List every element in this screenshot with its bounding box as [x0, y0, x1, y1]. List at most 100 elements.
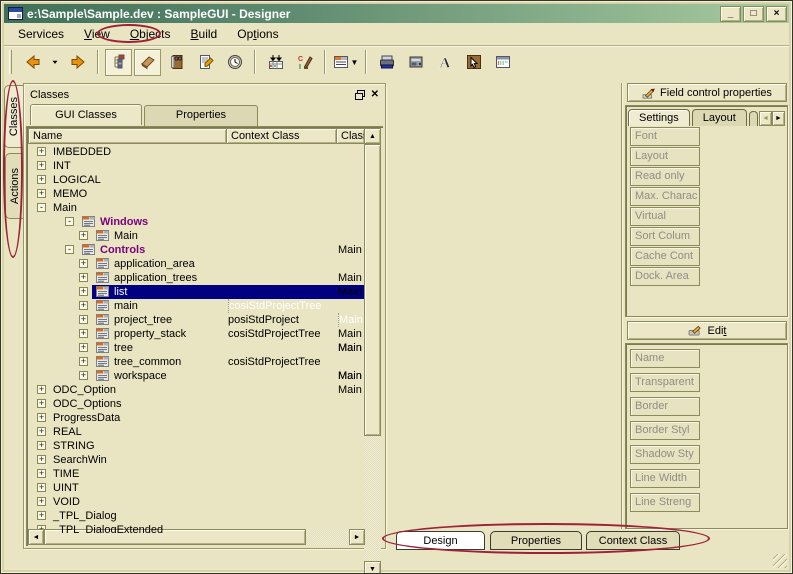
tab-layout[interactable]: Layout — [692, 109, 747, 126]
tree-row-label[interactable]: TIME — [53, 467, 365, 481]
collapse-icon[interactable]: - — [65, 217, 74, 226]
vertical-scrollbar[interactable]: ▲ ▼ — [364, 128, 381, 574]
vertical-scrollbar-thumb[interactable] — [364, 144, 381, 436]
resize-grip[interactable] — [773, 554, 787, 568]
tree-row[interactable]: +_TPL_DialogExtended — [28, 523, 365, 533]
setting-virtual-button[interactable]: Virtual — [630, 207, 700, 226]
tree-row-label[interactable]: ODC_Option — [53, 383, 365, 397]
tab-context-class[interactable]: Context Class — [586, 531, 680, 550]
expand-icon[interactable]: + — [79, 343, 88, 352]
tree-row[interactable]: +application_areaMain — [28, 257, 365, 271]
edit-line-width-button[interactable]: Line Width — [630, 469, 700, 488]
tree-row-label[interactable]: VOID — [53, 495, 365, 509]
column-header-name[interactable]: Name — [28, 128, 227, 144]
setting-dock-area-button[interactable]: Dock. Area — [630, 267, 700, 286]
menu-item-build[interactable]: Build — [181, 24, 228, 44]
tab-properties-bottom[interactable]: Properties — [490, 531, 582, 550]
expand-icon[interactable]: + — [37, 399, 46, 408]
maximize-button[interactable]: □ — [743, 6, 764, 22]
expand-icon[interactable]: + — [37, 427, 46, 436]
tree-row[interactable]: +property_stackMain — [28, 327, 365, 341]
tree-row[interactable]: + STRING — [28, 439, 365, 453]
tree-row-label[interactable]: ProgressData — [53, 411, 365, 425]
setting-cache-cont-button[interactable]: Cache Cont — [630, 247, 700, 266]
menu-item-objects[interactable]: Objects — [120, 24, 181, 44]
setting-max-charac-button[interactable]: Max. Charac — [630, 187, 700, 206]
tree-row-label[interactable]: LOGICAL — [53, 173, 365, 187]
expand-icon[interactable]: + — [37, 189, 46, 198]
setting-sort-colum-button[interactable]: Sort Colum — [630, 227, 700, 246]
toolbar-button-class-interface[interactable]: CI — [291, 49, 318, 76]
tree-row[interactable]: +project_treecosiStdProjectTreeMain — [28, 313, 365, 327]
scroll-up-icon[interactable]: ▲ — [364, 128, 381, 144]
tree-row[interactable]: +MainMain — [28, 229, 365, 243]
tree-row[interactable]: +listcosiStdProjectTreeMain — [28, 285, 365, 299]
tree-row[interactable]: +tree_commonMain — [28, 355, 365, 369]
tree-row[interactable]: +treecosiStdProjectTreeMain — [28, 341, 365, 355]
tree-row-label[interactable]: SearchWin — [53, 453, 365, 467]
tree-row[interactable]: + SearchWin — [28, 453, 365, 467]
tree-row-label[interactable]: tree — [114, 341, 365, 355]
expand-icon[interactable]: + — [37, 161, 46, 170]
expand-icon[interactable]: + — [79, 329, 88, 338]
expand-icon[interactable]: + — [37, 455, 46, 464]
tree-row[interactable]: +VOID — [28, 495, 365, 509]
tree-row[interactable]: +IMBEDDED — [28, 145, 365, 159]
toolbar-button-class-tree[interactable] — [105, 49, 132, 76]
tree-row[interactable]: +TIME — [28, 467, 365, 481]
toolbar-button-clock[interactable] — [221, 49, 248, 76]
edit-transparent-button[interactable]: Transparent — [630, 373, 700, 392]
field-control-properties-button[interactable]: Field control properties — [627, 83, 787, 102]
edit-border-styl-button[interactable]: Border Styl — [630, 421, 700, 440]
expand-icon[interactable]: + — [37, 413, 46, 422]
tab-properties[interactable]: Properties — [144, 105, 258, 126]
tab-settings[interactable]: Settings — [628, 109, 690, 126]
toolbar-button-edit-document[interactable] — [192, 49, 219, 76]
toolbar-button-back-arrow[interactable] — [19, 49, 46, 76]
tree-row[interactable]: -Windows — [28, 215, 365, 229]
edit-border-button[interactable]: Border — [630, 397, 700, 416]
tree-row-label[interactable]: Controls — [100, 243, 365, 257]
tree-row[interactable]: +MEMO — [28, 187, 365, 201]
toolbar-button-book[interactable] — [163, 49, 190, 76]
expand-icon[interactable]: + — [79, 259, 88, 268]
collapse-icon[interactable]: - — [37, 203, 46, 212]
tab-scroll-left-icon[interactable]: ◄ — [759, 111, 772, 126]
expand-icon[interactable]: + — [79, 231, 88, 240]
edit-button[interactable]: Edit — [627, 321, 787, 340]
tree-row-label[interactable]: property_stack — [114, 327, 365, 341]
tree-row-label[interactable]: main — [114, 299, 365, 313]
tab-gui-classes[interactable]: GUI Classes — [30, 104, 142, 125]
tree-row-label[interactable]: application_trees — [114, 271, 365, 285]
edit-shadow-sty-button[interactable]: Shadow Sty — [630, 445, 700, 464]
tree-row-label[interactable]: INT — [53, 159, 365, 173]
expand-icon[interactable]: + — [79, 315, 88, 324]
toolbar-button-machine[interactable] — [402, 49, 429, 76]
expand-icon[interactable]: + — [37, 147, 46, 156]
tree-row[interactable]: +mainposiStdProjectMain — [28, 299, 365, 313]
toolbar-button-window-list[interactable] — [489, 49, 516, 76]
toolbar-button-grid-import[interactable] — [262, 49, 289, 76]
tree-row[interactable]: -Main — [28, 201, 365, 215]
tree-row[interactable]: +_TPL_Dialog — [28, 509, 365, 523]
menu-item-options[interactable]: Options — [227, 24, 288, 44]
tree-row-label[interactable]: STRING — [53, 439, 365, 453]
float-window-icon[interactable] — [355, 90, 365, 100]
toolbar-button-pointer-panel[interactable] — [460, 49, 487, 76]
setting-font-button[interactable]: Font — [630, 127, 700, 146]
tree-row[interactable]: +UINT — [28, 481, 365, 495]
tab-partial[interactable] — [749, 111, 758, 126]
edit-line-streng-button[interactable]: Line Streng — [630, 493, 700, 512]
tree-row[interactable]: +application_treesMain — [28, 271, 365, 285]
edit-name-button[interactable]: Name — [630, 349, 700, 368]
scroll-down-icon[interactable]: ▼ — [364, 561, 381, 574]
tree-row-label[interactable]: workspace — [114, 369, 365, 383]
expand-icon[interactable]: + — [37, 441, 46, 450]
close-panel-icon[interactable]: ✕ — [371, 90, 379, 100]
toolbar-button-forward-arrow[interactable] — [64, 49, 91, 76]
tree-row-label[interactable]: tree_common — [114, 355, 365, 369]
toolbar-button-font[interactable]: A — [431, 49, 458, 76]
tree-row-label[interactable]: _TPL_DialogExtended — [53, 523, 365, 533]
tree-row-label[interactable]: application_area — [114, 257, 365, 271]
minimize-button[interactable]: _ — [720, 6, 741, 22]
